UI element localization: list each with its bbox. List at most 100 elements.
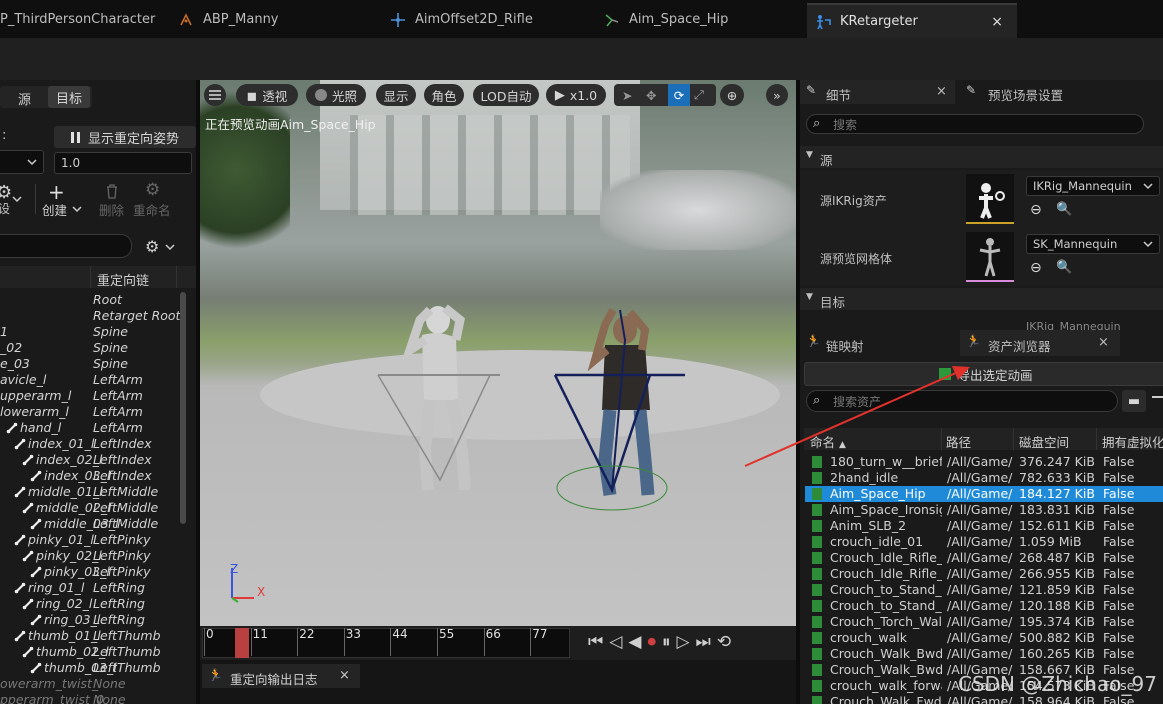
bone-tree-row[interactable]: owerarm_twist_ None — [0, 676, 178, 692]
use-selected-icon[interactable]: ⊖ — [1030, 202, 1042, 218]
asset-row[interactable]: Aim_Space_Hip/All/Game/. 184.127 KiB False — [805, 486, 1163, 502]
pause-icon[interactable]: ⏸ — [662, 632, 677, 652]
step-back-icon[interactable]: ◁ — [609, 632, 628, 652]
section-target-header[interactable]: ▼ 目标 — [800, 288, 1163, 310]
close-tab-icon[interactable]: × — [936, 84, 947, 99]
tab-asset-browser[interactable]: 🏃 资产浏览器 × — [960, 330, 1120, 356]
bone-tree-row[interactable]: thumb_03_l LeftThumb — [0, 660, 178, 676]
record-icon[interactable]: ⏺ — [647, 632, 662, 652]
close-tab-icon[interactable]: × — [339, 668, 350, 683]
mode-dropdown[interactable] — [0, 150, 44, 174]
bone-tree-row[interactable]: hand_l LeftArm — [0, 420, 178, 436]
asset-row[interactable]: 180_turn_w__briefc/All/Game/. 376.247 KiB… — [805, 454, 1163, 470]
blend-value-field[interactable]: 1.0 — [54, 152, 192, 174]
loop-icon[interactable]: ⟲ — [717, 632, 737, 652]
bone-tree-row[interactable]: pinky_01_l LeftPinky — [0, 532, 178, 548]
bone-tree-row[interactable]: pinky_03_l LeftPinky — [0, 564, 178, 580]
bone-tree-row[interactable]: middle_02_l LeftMiddle — [0, 500, 178, 516]
browse-asset-icon[interactable]: 🔍 — [1056, 202, 1072, 217]
source-ikrig-dropdown[interactable]: IKRig_Mannequin — [1026, 176, 1160, 196]
preview-viewport[interactable]: ◼ 透视 光照 显示 角色 LOD自动 ▶ x1.0 ➤ ✥ ⟳ ⤢ ⊕ » 正在预… — [200, 80, 796, 626]
disk-size-column-header[interactable]: 磁盘空间 — [1019, 432, 1069, 451]
play-speed-button[interactable]: ▶ x1.0 — [546, 84, 606, 106]
bone-tree-row[interactable]: pperarm_twist_0 None — [0, 692, 178, 704]
delete-button[interactable]: 删除 — [99, 180, 129, 218]
expand-toolbar-icon[interactable]: » — [766, 84, 788, 106]
camera-icon[interactable]: ⊕ — [720, 84, 744, 106]
bone-tree-row[interactable]: Retarget Root — [0, 308, 180, 324]
tab-retarget-log[interactable]: 🏃 重定向输出日志 × — [202, 664, 360, 688]
preset-button[interactable]: ⚙ 设 — [0, 182, 32, 216]
bone-tree-row[interactable]: lowerarm_l LeftArm — [0, 404, 178, 420]
skip-to-start-icon[interactable]: ⏮ — [588, 632, 609, 652]
bone-tree-row[interactable]: ring_01_l LeftRing — [0, 580, 178, 596]
rotate-icon[interactable]: ⟳ — [668, 84, 690, 106]
create-button[interactable]: + 创建 — [42, 180, 88, 218]
asset-row[interactable]: Crouch_Idle_Rifle_H/All/Game/. 268.487 Ki… — [805, 550, 1163, 566]
bone-tree-row[interactable]: pinky_02_l LeftPinky — [0, 548, 178, 564]
tab-third-person-character[interactable]: P_ThirdPersonCharacter — [0, 3, 170, 36]
bone-tree-row[interactable]: Root — [0, 292, 178, 308]
tab-details[interactable]: ✎ 细节 × — [800, 80, 955, 104]
timeline-playhead[interactable] — [235, 628, 249, 658]
ikrig-thumbnail[interactable] — [966, 174, 1014, 224]
asset-search-input[interactable]: ⌕ 搜索资产 — [806, 390, 1118, 412]
asset-row[interactable]: Crouch_to_Stand_R/All/Game/. 120.188 KiB F… — [805, 598, 1163, 614]
source-mesh-dropdown[interactable]: SK_Mannequin — [1026, 234, 1160, 254]
chain-column-header[interactable]: 重定向链 — [97, 270, 149, 289]
move-icon[interactable]: ✥ — [646, 88, 656, 103]
lighting-button[interactable]: 光照 — [306, 84, 366, 106]
source-toggle[interactable]: 源 — [18, 89, 31, 108]
tab-kretargeter[interactable]: KRetargeter × — [807, 3, 1017, 38]
show-button[interactable]: 显示 — [376, 84, 416, 106]
asset-row[interactable]: 2hand_idle/All/Game/. 782.633 KiB False — [805, 470, 1163, 486]
tab-aim-space-hip[interactable]: Aim_Space_Hip — [604, 3, 799, 36]
close-tab-icon[interactable]: × — [1098, 335, 1109, 350]
play-reverse-icon[interactable]: ◀ — [628, 632, 647, 652]
show-retarget-pose-button[interactable]: 显示重定向姿势 — [54, 126, 196, 148]
settings-gear-icon[interactable]: ⚙ — [145, 237, 159, 256]
tab-abp-manny[interactable]: ABP_Manny — [178, 3, 368, 36]
mesh-thumbnail[interactable] — [966, 232, 1014, 282]
rename-button[interactable]: ⚙ 重命名 — [133, 180, 177, 218]
bone-tree-row[interactable]: avicle_l LeftArm — [0, 372, 178, 388]
select-arrow-icon[interactable]: ➤ — [622, 88, 632, 103]
asset-row[interactable]: crouch_walk/All/Game/. 500.882 KiB False — [805, 630, 1163, 646]
folder-icon[interactable]: ▬ — [1122, 390, 1146, 412]
bone-tree-row[interactable]: index_01_l LeftIndex — [0, 436, 178, 452]
asset-row[interactable]: Crouch_Idle_Rifle_Ir/All/Game/. 266.955 K… — [805, 566, 1163, 582]
bone-tree-row[interactable]: upperarm_l LeftArm — [0, 388, 178, 404]
bone-tree-row[interactable]: ring_02_l LeftRing — [0, 596, 178, 612]
close-tab-icon[interactable]: × — [991, 14, 1003, 30]
character-button[interactable]: 角色 — [424, 84, 464, 106]
section-source-header[interactable]: ▼ 源 — [800, 146, 1163, 168]
virtualized-column-header[interactable]: 拥有虚拟化 — [1102, 432, 1163, 451]
skip-to-end-icon[interactable]: ⏭ — [696, 632, 717, 652]
bone-tree-row[interactable]: 1 Spine — [0, 324, 178, 340]
tab-chain-mapping[interactable]: 🏃 链映射 — [800, 330, 960, 356]
target-toggle[interactable]: 目标 — [48, 86, 90, 108]
bone-tree-row[interactable]: ring_03_l LeftRing — [0, 612, 178, 628]
filter-icon[interactable] — [1152, 396, 1163, 398]
bone-tree-row[interactable]: middle_01_l LeftMiddle — [0, 484, 178, 500]
bone-tree-row[interactable]: e_03 Spine — [0, 356, 178, 372]
asset-row[interactable]: Crouch_Torch_Walk/All/Game/. 195.374 KiB F… — [805, 614, 1163, 630]
use-selected-icon[interactable]: ⊖ — [1030, 260, 1042, 276]
scale-icon[interactable]: ⤢ — [694, 87, 704, 103]
asset-row[interactable]: Anim_SLB_2/All/Game/. 152.611 KiB False — [805, 518, 1163, 534]
bone-tree-row[interactable]: index_03_l LeftIndex — [0, 468, 178, 484]
tab-preview-scene[interactable]: ✎ 预览场景设置 — [960, 80, 1140, 104]
asset-row[interactable]: Aim_Space_Ironsigl/All/Game/. 183.831 KiB… — [805, 502, 1163, 518]
perspective-button[interactable]: ◼ 透视 — [236, 84, 298, 106]
tree-scrollbar[interactable] — [180, 292, 186, 524]
bone-tree-row[interactable]: index_02_l LeftIndex — [0, 452, 178, 468]
name-column-header[interactable]: 命名 ▲ — [810, 432, 846, 451]
bone-tree-row[interactable]: thumb_02_l LeftThumb — [0, 644, 178, 660]
asset-row[interactable]: Crouch_Walk_Bwd_ /All/Game/. 160.265 KiB Fa… — [805, 646, 1163, 662]
details-search-input[interactable]: ⌕ 搜索 — [806, 114, 1144, 134]
lod-button[interactable]: LOD自动 — [473, 84, 539, 106]
bone-tree-row[interactable]: _02 Spine — [0, 340, 178, 356]
bone-search-input[interactable] — [0, 234, 132, 258]
viewport-menu-button[interactable] — [204, 84, 226, 106]
path-column-header[interactable]: 路径 — [946, 432, 971, 451]
